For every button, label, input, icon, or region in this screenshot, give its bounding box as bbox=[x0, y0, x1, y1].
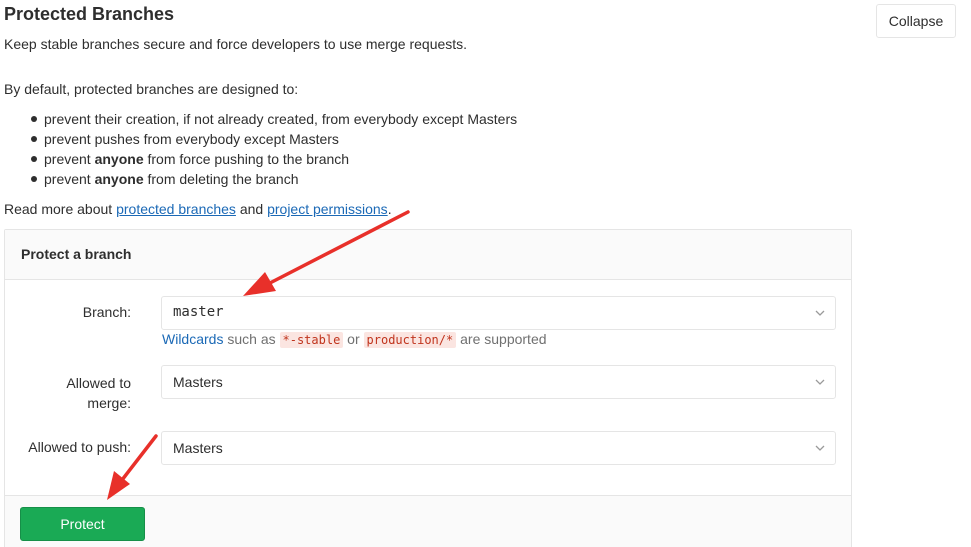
read-more-text: Read more about protected branches and p… bbox=[4, 201, 392, 217]
read-more-prefix: Read more about bbox=[4, 201, 117, 217]
rule-text: prevent their creation, if not already c… bbox=[44, 111, 518, 127]
hint-code-production: production/* bbox=[363, 332, 457, 348]
branch-hint: Wildcards such as *-stable or production… bbox=[162, 331, 547, 348]
bullet-icon bbox=[31, 156, 37, 162]
hint-text: or bbox=[343, 331, 364, 347]
label-line: Allowed to bbox=[66, 375, 131, 391]
rule-text: from deleting the branch bbox=[143, 171, 299, 187]
hint-text: are supported bbox=[456, 331, 547, 347]
merge-select-value: Masters bbox=[173, 374, 223, 390]
read-more-middle: and bbox=[235, 201, 268, 217]
hint-code-stable: *-stable bbox=[279, 332, 344, 348]
chevron-down-icon bbox=[815, 379, 825, 385]
panel-header: Protect a branch bbox=[5, 230, 851, 280]
collapse-button[interactable]: Collapse bbox=[876, 4, 956, 38]
intro-text: By default, protected branches are desig… bbox=[4, 81, 299, 97]
rule-emphasis: anyone bbox=[94, 171, 144, 187]
chevron-down-icon bbox=[815, 445, 825, 451]
rule-text: prevent bbox=[44, 151, 95, 167]
protect-button[interactable]: Protect bbox=[20, 507, 145, 541]
panel-title: Protect a branch bbox=[21, 246, 132, 262]
list-item: prevent their creation, if not already c… bbox=[4, 109, 517, 129]
read-more-suffix: . bbox=[387, 201, 392, 217]
push-select-value: Masters bbox=[173, 440, 223, 456]
panel-footer: Protect bbox=[5, 495, 851, 547]
protected-branches-link[interactable]: protected branches bbox=[116, 201, 236, 217]
list-item: prevent pushes from everybody except Mas… bbox=[4, 129, 517, 149]
rules-list: prevent their creation, if not already c… bbox=[4, 109, 517, 189]
protect-branch-panel: Protect a branch Branch: master Wildcard… bbox=[4, 229, 852, 547]
page-title: Protected Branches bbox=[4, 4, 175, 24]
bullet-icon bbox=[31, 176, 37, 182]
bullet-icon bbox=[31, 116, 37, 122]
rule-text: prevent pushes from everybody except Mas… bbox=[44, 131, 339, 147]
branch-select[interactable]: master bbox=[161, 296, 836, 330]
rule-text: from force pushing to the branch bbox=[143, 151, 350, 167]
project-permissions-link[interactable]: project permissions bbox=[267, 201, 388, 217]
rule-emphasis: anyone bbox=[94, 151, 144, 167]
allowed-to-push-label: Allowed to push: bbox=[28, 439, 131, 455]
branch-select-value: master bbox=[173, 304, 224, 320]
list-item: prevent anyone from deleting the branch bbox=[4, 169, 517, 189]
label-line: merge: bbox=[87, 395, 131, 411]
allowed-to-merge-label: Allowed to merge: bbox=[45, 373, 131, 413]
wildcards-link[interactable]: Wildcards bbox=[162, 331, 223, 347]
allowed-to-push-select[interactable]: Masters bbox=[161, 431, 836, 465]
hint-text: such as bbox=[223, 331, 280, 347]
allowed-to-merge-select[interactable]: Masters bbox=[161, 365, 836, 399]
list-item: prevent anyone from force pushing to the… bbox=[4, 149, 517, 169]
chevron-down-icon bbox=[815, 310, 825, 316]
branch-label: Branch: bbox=[82, 304, 131, 320]
page-subtitle: Keep stable branches secure and force de… bbox=[4, 36, 468, 52]
bullet-icon bbox=[31, 136, 37, 142]
rule-text: prevent bbox=[44, 171, 95, 187]
